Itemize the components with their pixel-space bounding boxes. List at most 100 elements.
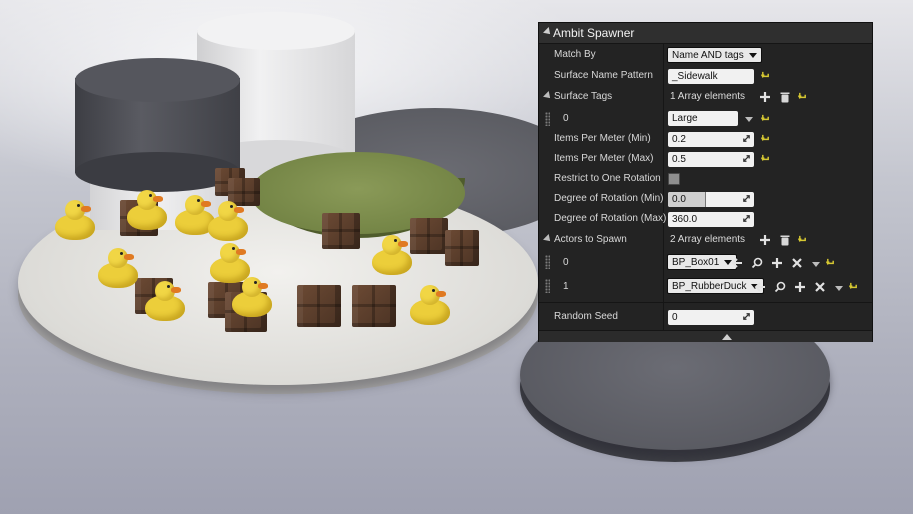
items-per-meter-min-value: 0.2 bbox=[672, 134, 686, 145]
category-header[interactable]: Ambit Spawner bbox=[539, 23, 872, 44]
collapse-arrow-icon[interactable] bbox=[543, 27, 553, 37]
search-icon[interactable] bbox=[751, 257, 763, 269]
actor-element-row: 1 BP_RubberDuck bbox=[539, 276, 872, 298]
use-selected-arrow-icon[interactable] bbox=[754, 281, 766, 293]
surface-name-pattern-row: Surface Name Pattern _Sidewalk bbox=[539, 66, 872, 86]
items-per-meter-max-value: 0.5 bbox=[672, 154, 686, 165]
plus-icon[interactable] bbox=[771, 257, 783, 269]
plus-icon[interactable] bbox=[794, 281, 806, 293]
actors-to-spawn-count: 2 Array elements bbox=[670, 234, 746, 245]
spin-handle-icon[interactable] bbox=[742, 194, 751, 203]
rubber-duck bbox=[208, 196, 250, 241]
reset-to-default-icon[interactable] bbox=[826, 258, 835, 267]
search-icon[interactable] bbox=[774, 281, 786, 293]
surface-tag-element-row: 0 Large bbox=[539, 109, 872, 129]
rotation-max-label: Degree of Rotation (Max) bbox=[554, 213, 667, 224]
spin-handle-icon[interactable] bbox=[742, 312, 751, 321]
items-per-meter-max-label: Items Per Meter (Max) bbox=[554, 153, 654, 164]
close-icon[interactable] bbox=[791, 257, 803, 269]
actor-class-dropdown[interactable]: BP_Box01 bbox=[667, 254, 738, 270]
random-seed-row: Random Seed 0 bbox=[539, 307, 872, 327]
rubber-duck bbox=[98, 240, 144, 288]
dark-cylinder-top bbox=[75, 58, 240, 102]
trash-icon[interactable] bbox=[779, 91, 791, 103]
actors-to-spawn-label: Actors to Spawn bbox=[554, 234, 627, 245]
rotation-max-slider[interactable]: 360.0 bbox=[668, 212, 754, 227]
random-seed-label: Random Seed bbox=[554, 311, 618, 322]
restrict-rotation-row: Restrict to One Rotation bbox=[539, 169, 872, 189]
rubber-duck bbox=[232, 272, 274, 317]
spawned-box bbox=[445, 230, 479, 266]
match-by-dropdown[interactable]: Name AND tags bbox=[667, 47, 762, 63]
actor-class-dropdown[interactable]: BP_RubberDuck bbox=[667, 278, 765, 294]
section-divider bbox=[539, 302, 872, 303]
drag-handle-icon[interactable] bbox=[545, 112, 550, 126]
trash-icon[interactable] bbox=[779, 234, 791, 246]
reset-to-default-icon[interactable] bbox=[798, 92, 807, 101]
dropdown-arrow-icon[interactable] bbox=[745, 117, 753, 122]
surface-tags-row: Surface Tags 1 Array elements bbox=[539, 87, 872, 107]
expand-arrow-icon[interactable] bbox=[543, 91, 553, 101]
spawned-box bbox=[322, 213, 360, 249]
surface-tags-count: 1 Array elements bbox=[670, 91, 746, 102]
spin-handle-icon[interactable] bbox=[742, 214, 751, 223]
advanced-toggle-bar[interactable] bbox=[539, 330, 872, 342]
drag-handle-icon[interactable] bbox=[545, 279, 550, 293]
reset-to-default-icon[interactable] bbox=[761, 134, 770, 143]
rotation-min-label: Degree of Rotation (Min) bbox=[554, 193, 664, 204]
rotation-min-value: 0.0 bbox=[672, 194, 686, 205]
match-by-label: Match By bbox=[554, 49, 596, 60]
rotation-max-row: Degree of Rotation (Max) 360.0 bbox=[539, 209, 872, 229]
spawned-box bbox=[297, 285, 341, 327]
items-per-meter-min-label: Items Per Meter (Min) bbox=[554, 133, 651, 144]
category-title: Ambit Spawner bbox=[553, 26, 635, 40]
rubber-duck bbox=[127, 185, 169, 230]
spawned-box bbox=[410, 218, 448, 254]
expand-arrow-icon[interactable] bbox=[543, 234, 553, 244]
surface-name-pattern-input[interactable]: _Sidewalk bbox=[668, 69, 754, 84]
actor-index: 1 bbox=[563, 281, 569, 292]
plus-icon[interactable] bbox=[759, 91, 771, 103]
match-by-value: Name AND tags bbox=[672, 50, 744, 61]
rubber-duck bbox=[410, 277, 454, 325]
actors-to-spawn-row: Actors to Spawn 2 Array elements bbox=[539, 230, 872, 250]
actor-class-value: BP_RubberDuck bbox=[672, 281, 747, 292]
actor-index: 0 bbox=[563, 257, 569, 268]
surface-tag-input[interactable]: Large bbox=[668, 111, 738, 126]
spawned-box bbox=[352, 285, 396, 327]
rotation-min-slider[interactable]: 0.0 bbox=[668, 192, 754, 207]
use-selected-arrow-icon[interactable] bbox=[731, 257, 743, 269]
items-per-meter-max-row: Items Per Meter (Max) 0.5 bbox=[539, 149, 872, 169]
match-by-row: Match By Name AND tags bbox=[539, 45, 872, 65]
dropdown-arrow-icon bbox=[748, 52, 757, 58]
surface-tag-index: 0 bbox=[563, 113, 569, 124]
reset-to-default-icon[interactable] bbox=[761, 71, 770, 80]
items-per-meter-max-input[interactable]: 0.5 bbox=[668, 152, 754, 167]
dropdown-arrow-icon[interactable] bbox=[812, 262, 820, 267]
spin-handle-icon[interactable] bbox=[742, 134, 751, 143]
close-icon[interactable] bbox=[814, 281, 826, 293]
restrict-rotation-checkbox[interactable] bbox=[668, 173, 680, 185]
plus-icon[interactable] bbox=[759, 234, 771, 246]
reset-to-default-icon[interactable] bbox=[849, 282, 858, 291]
surface-name-pattern-label: Surface Name Pattern bbox=[554, 70, 653, 81]
dropdown-arrow-icon[interactable] bbox=[835, 286, 843, 291]
reset-to-default-icon[interactable] bbox=[798, 235, 807, 244]
white-cylinder-top bbox=[197, 12, 355, 50]
actor-class-value: BP_Box01 bbox=[672, 257, 720, 268]
items-per-meter-min-row: Items Per Meter (Min) 0.2 bbox=[539, 129, 872, 149]
rotation-min-row: Degree of Rotation (Min) 0.0 bbox=[539, 189, 872, 209]
collapse-advanced-icon[interactable] bbox=[722, 334, 732, 340]
surface-tags-label: Surface Tags bbox=[554, 91, 613, 102]
reset-to-default-icon[interactable] bbox=[761, 114, 770, 123]
items-per-meter-min-input[interactable]: 0.2 bbox=[668, 132, 754, 147]
rubber-duck bbox=[372, 230, 414, 275]
random-seed-input[interactable]: 0 bbox=[668, 310, 754, 325]
reset-to-default-icon[interactable] bbox=[761, 154, 770, 163]
rotation-max-value: 360.0 bbox=[672, 214, 698, 225]
rubber-duck bbox=[55, 195, 97, 240]
spin-handle-icon[interactable] bbox=[742, 154, 751, 163]
random-seed-value: 0 bbox=[672, 312, 678, 323]
drag-handle-icon[interactable] bbox=[545, 255, 550, 269]
ambit-spawner-details-panel: Ambit Spawner Match By Name AND tags Sur… bbox=[538, 22, 873, 342]
